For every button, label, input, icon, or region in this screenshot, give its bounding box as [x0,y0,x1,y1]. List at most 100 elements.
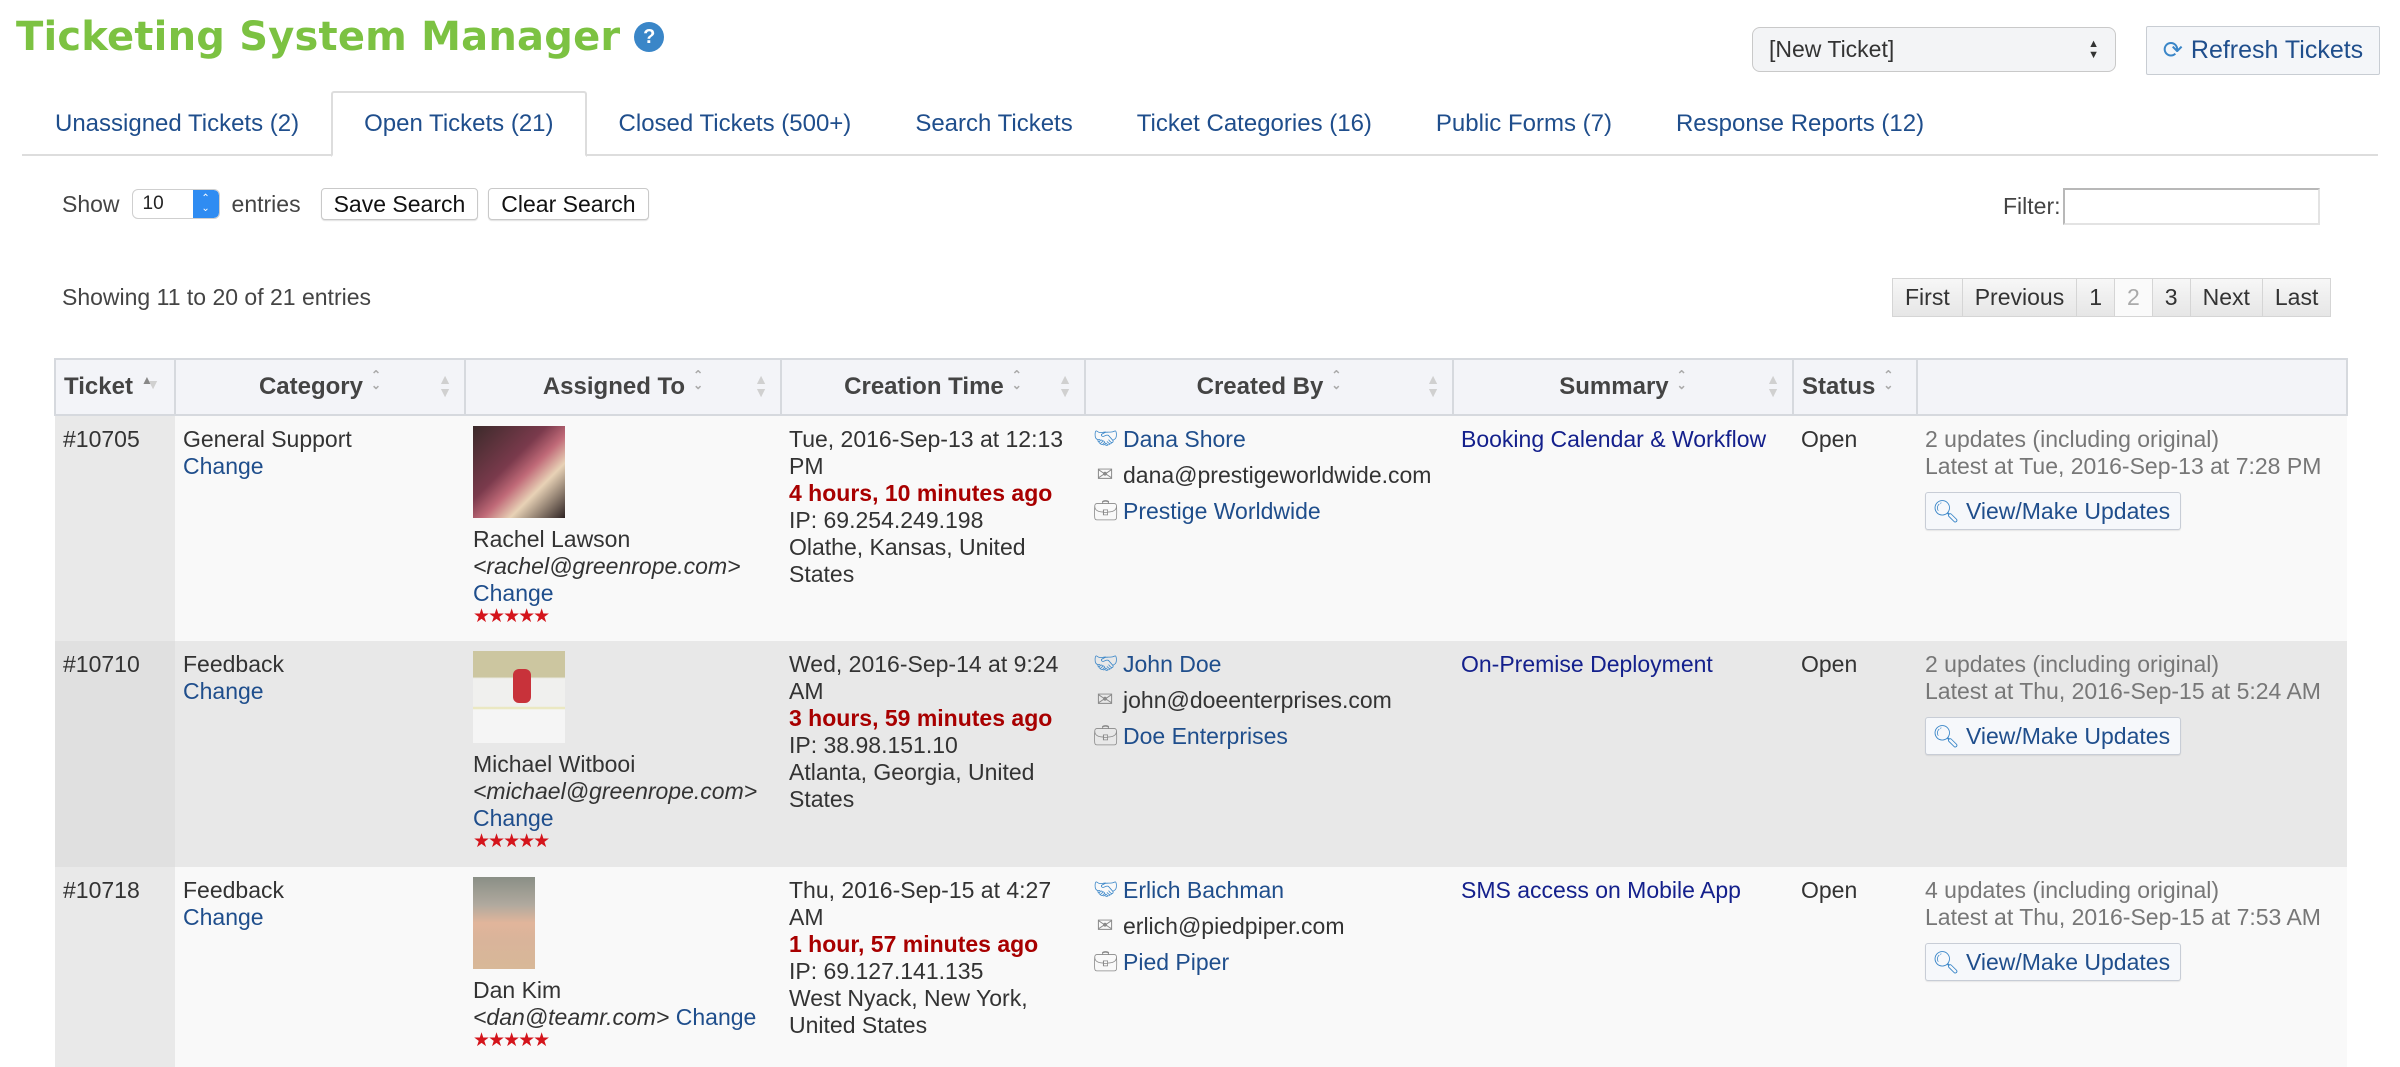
change-assignee-link[interactable]: Change [473,580,773,607]
page-1-button[interactable]: 1 [2077,279,2115,316]
change-assignee-link[interactable]: Change [676,1004,757,1030]
avatar [473,426,565,518]
category-name: General Support [183,426,352,452]
save-search-button[interactable]: Save Search [320,188,479,220]
handshake-icon: 🤝︎ [1093,879,1119,901]
stepper-arrows-icon: ⌃ ⌄ [192,190,219,218]
created-by-cell: 🤝︎ Dana Shore ✉ dana@prestigeworldwide.com… [1085,415,1453,641]
creator-name-link[interactable]: Dana Shore [1123,426,1246,453]
envelope-icon: ✉ [1096,464,1114,486]
tab-search-tickets[interactable]: Search Tickets [883,92,1104,155]
filter-label: Filter: [2003,193,2061,219]
creator-company-link[interactable]: Prestige Worldwide [1123,498,1321,525]
column-header-label: Category [258,373,363,400]
previous-page-button[interactable]: Previous [1962,279,2078,316]
table-row: #10710 Feedback Change Michael Witbooi <… [55,641,2347,867]
next-page-button[interactable]: Next [2190,279,2263,316]
change-assignee-link[interactable]: Change [473,805,773,832]
updates-latest: Latest at Thu, 2016-Sep-15 at 5:24 AM [1925,678,2321,704]
creator-name-link[interactable]: John Doe [1123,651,1221,678]
creator-company-link[interactable]: Pied Piper [1123,949,1229,976]
change-category-link[interactable]: Change [183,453,457,480]
column-header-assigned-to[interactable]: Assigned To ⌃ ⌄ ▲ ▼ [464,358,782,416]
page-2-current: 2 [2115,279,2153,316]
star-rating: ★★★★★ [473,606,550,627]
view-make-updates-button[interactable]: 🔍︎ View/Make Updates [1925,492,2182,530]
first-page-button[interactable]: First [1893,279,1963,316]
help-icon[interactable]: ? [634,22,665,52]
sort-arrows-icon: ▲ ▼ [754,371,768,400]
briefcase-icon: 💼︎ [1093,725,1119,747]
entries-per-page-select[interactable]: 10 ⌃ ⌄ [131,189,220,219]
updates-count: 2 updates (including original) [1925,426,2220,452]
column-header-created-by[interactable]: Created By ⌃ ⌄ ▲ ▼ [1084,358,1454,416]
creation-time-cell: Thu, 2016-Sep-15 at 4:27 AM 1 hour, 57 m… [781,867,1085,1067]
updates-count: 4 updates (including original) [1925,877,2220,903]
sort-icon: ⌃ ⌄ [1331,368,1342,392]
new-ticket-select-value: [New Ticket] [1769,36,1895,62]
category-cell: Feedback Change [175,641,465,867]
last-page-button[interactable]: Last [2262,279,2331,316]
column-header-category[interactable]: Category ⌃ ⌄ ▲ ▼ [174,358,466,416]
sort-arrows-icon: ▼ [146,376,160,392]
new-ticket-select[interactable]: [New Ticket] ▲ ▼ [1752,27,2116,72]
briefcase-icon: 💼︎ [1093,500,1119,522]
envelope-icon: ✉ [1096,689,1114,711]
creator-name-link[interactable]: Erlich Bachman [1123,877,1284,904]
assigned-to-cell: Rachel Lawson <rachel@greenrope.com> Cha… [465,415,781,641]
magnifier-icon: 🔍︎ [1932,723,1960,749]
refresh-icon: ⟳ [2162,37,2183,64]
sort-arrows-icon: ▲ ▼ [1766,371,1780,400]
created-date: Tue, 2016-Sep-13 at 12:13 PM [789,426,1064,479]
table-controls: Show 10 ⌃ ⌄ entries Save Search Clear Sea… [62,188,649,220]
view-make-updates-label: View/Make Updates [1965,948,2171,975]
assignee-name: Dan Kim [473,977,562,1003]
show-label: Show [62,190,120,217]
avatar [473,877,535,969]
tab-response-reports[interactable]: Response Reports (12) [1644,92,1956,155]
table-header-row: Ticket ▲ ▼ Category ⌃ ⌄ ▲ ▼ Assigned To ⌃ ⌄ ▲ ▼… [54,358,2348,416]
view-make-updates-button[interactable]: 🔍︎ View/Make Updates [1925,717,2182,755]
page-3-button[interactable]: 3 [2152,279,2191,316]
tab-public-forms[interactable]: Public Forms (7) [1404,92,1644,155]
summary-link[interactable]: On-Premise Deployment [1461,651,1713,677]
tab-unassigned-tickets[interactable]: Unassigned Tickets (2) [22,92,331,155]
page-title-text: Ticketing System Manager [16,14,621,60]
column-header-status[interactable]: Status ⌃ ⌄ [1792,358,1918,416]
column-header-ticket[interactable]: Ticket ▲ ▼ [54,358,176,416]
tab-ticket-categories[interactable]: Ticket Categories (16) [1105,92,1404,155]
assignee-email: <michael@greenrope.com> [473,778,758,804]
created-by-cell: 🤝︎ Erlich Bachman ✉ erlich@piedpiper.com 💼… [1085,867,1453,1067]
magnifier-icon: 🔍︎ [1932,498,1960,524]
change-category-link[interactable]: Change [183,904,457,931]
tab-open-tickets[interactable]: Open Tickets (21) [331,91,587,157]
sort-icon: ⌃ ⌄ [370,368,382,392]
created-location: Olathe, Kansas, United States [789,534,1026,587]
page-title: Ticketing System Manager ? [16,14,665,60]
creator-company-link[interactable]: Doe Enterprises [1123,723,1288,750]
summary-link[interactable]: SMS access on Mobile App [1461,877,1741,903]
star-rating: ★★★★★ [473,1030,550,1051]
assignee-email: <rachel@greenrope.com> [473,553,741,579]
view-make-updates-label: View/Make Updates [1965,722,2171,749]
column-header-summary[interactable]: Summary ⌃ ⌄ ▲ ▼ [1452,358,1794,416]
entries-label: entries [231,190,301,217]
updates-cell: 4 updates (including original) Latest at… [1917,867,2347,1067]
view-make-updates-button[interactable]: 🔍︎ View/Make Updates [1925,943,2182,981]
assignee-name: Michael Witbooi [473,751,636,777]
summary-link[interactable]: Booking Calendar & Workflow [1461,426,1766,452]
column-header-creation-time[interactable]: Creation Time ⌃ ⌄ ▲ ▼ [780,358,1086,416]
filter-input[interactable] [2062,188,2320,225]
entries-per-page-value: 10 [142,193,164,214]
creation-time-cell: Tue, 2016-Sep-13 at 12:13 PM 4 hours, 10… [781,415,1085,641]
change-category-link[interactable]: Change [183,678,457,705]
tab-closed-tickets[interactable]: Closed Tickets (500+) [587,92,884,155]
created-location: West Nyack, New York, United States [789,985,1028,1038]
sort-icon: ⌃ ⌄ [693,368,704,392]
refresh-tickets-button[interactable]: ⟳ Refresh Tickets [2146,26,2380,75]
created-date: Wed, 2016-Sep-14 at 9:24 AM [789,651,1059,704]
created-ip: IP: 69.254.249.198 [789,507,984,533]
created-location: Atlanta, Georgia, United States [789,759,1035,812]
column-header-label: Assigned To [542,373,686,400]
clear-search-button[interactable]: Clear Search [488,188,649,220]
